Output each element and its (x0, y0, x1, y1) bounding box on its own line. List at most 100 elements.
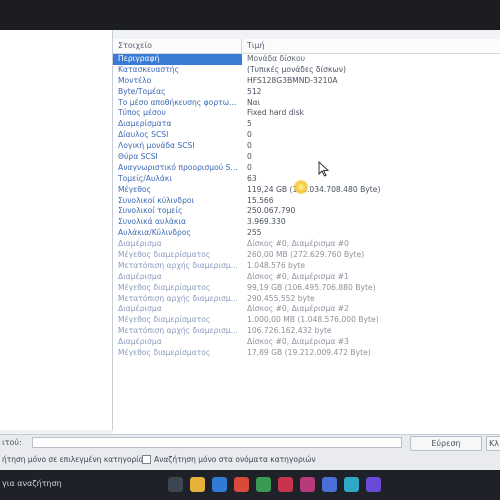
row-item-label: Μετατόπιση αρχής διαμερισμ... (118, 326, 238, 336)
row-item-label: Μετατόπιση αρχής διαμερισμ... (118, 293, 238, 303)
media-app-icon[interactable] (278, 477, 293, 492)
search-label: ιτού: (2, 438, 22, 447)
file-explorer-icon[interactable] (190, 477, 205, 492)
properties-table: Στοιχείο Τιμή Περιγραφή Μονάδα δίσκου Κατα… (113, 39, 500, 441)
option-category-names-label: Αναζήτηση μόνο στα ονόματα κατηγοριών (154, 455, 316, 464)
search-input[interactable] (32, 437, 402, 448)
row-item-label: Διαμέρισμα (118, 271, 162, 281)
table-header: Στοιχείο Τιμή (113, 39, 500, 54)
table-row[interactable]: Μέγεθος διαμερίσματος 1.000,00 MB (1.048.… (113, 315, 500, 326)
option-selected-category[interactable]: ήτηση μόνο σε επιλεγμένη κατηγορία (2, 455, 144, 464)
row-item-label: Λογική μονάδα SCSI (118, 141, 195, 151)
mail-icon[interactable] (234, 477, 249, 492)
table-row[interactable]: Δίαυλος SCSI 0 (113, 130, 500, 141)
find-button[interactable]: Εύρεση (410, 436, 482, 451)
edge-icon[interactable] (212, 477, 227, 492)
category-tree-pane[interactable] (0, 30, 113, 430)
row-item-value: 0 (247, 141, 252, 151)
row-item-value: 0 (247, 162, 252, 172)
row-item-label: Μετατόπιση αρχής διαμερισμ... (118, 260, 238, 270)
table-row[interactable]: Μέγεθος διαμερίσματος 17,89 GB (19.212.00… (113, 348, 500, 359)
row-item-value: 99,19 GB (106.495.706.880 Byte) (247, 282, 376, 292)
task-view-icon[interactable] (168, 477, 183, 492)
store-icon[interactable] (256, 477, 271, 492)
table-row[interactable]: Μοντέλο HFS128G3BMND-3210A (113, 76, 500, 87)
row-item-label: Συνολικοί κύλινδροι (118, 195, 195, 205)
row-item-value: 1.000,00 MB (1.048.576.000 Byte) (247, 315, 379, 325)
taskbar-search[interactable]: για αναζήτηση (2, 479, 62, 488)
row-item-value: Μονάδα δίσκου (247, 54, 306, 63)
row-item-label: Μέγεθος διαμερίσματος (118, 282, 211, 292)
row-item-label: Μοντέλο (118, 75, 152, 85)
table-row[interactable]: Μέγεθος διαμερίσματος 260,00 MB (272.629.… (113, 250, 500, 261)
photos-icon[interactable] (300, 477, 315, 492)
table-row[interactable]: Μετατόπιση αρχής διαμερισμ... 106.726.162… (113, 326, 500, 337)
row-item-value: 250.067.790 (247, 206, 296, 216)
row-item-value: 260,00 MB (272.629.760 Byte) (247, 250, 365, 260)
table-row[interactable]: Διαμέρισμα Δίσκος #0, Διαμέρισμα #1 (113, 272, 500, 283)
table-row[interactable]: Διαμέρισμα Δίσκος #0, Διαμέρισμα #2 (113, 304, 500, 315)
row-item-label: Διαμέρισμα (118, 239, 162, 249)
row-item-value: 15.566 (247, 195, 274, 205)
table-row[interactable]: Αναγνωριστικό προορισμού S... 0 (113, 163, 500, 174)
table-row[interactable]: Αυλάκια/Κύλινδρος 255 (113, 228, 500, 239)
table-row[interactable]: Μετατόπιση αρχής διαμερισμ... 290.455.552… (113, 294, 500, 305)
row-item-value: Δίσκος #0, Διαμέρισμα #0 (247, 239, 349, 249)
row-item-label: Αναγνωριστικό προορισμού S... (118, 162, 238, 172)
row-item-label: Διαμέρισμα (118, 304, 162, 314)
table-row[interactable]: Συνολικά αυλάκια 3.969.330 (113, 217, 500, 228)
app-icon-blue[interactable] (322, 477, 337, 492)
row-item-value: 0 (247, 130, 252, 140)
row-item-label: Διαμερίσματα (118, 119, 172, 129)
screen-glare (294, 180, 308, 194)
table-row[interactable]: Συνολικοί τομείς 250.067.790 (113, 206, 500, 217)
row-item-label: Αυλάκια/Κύλινδρος (118, 228, 191, 238)
column-header-item[interactable]: Στοιχείο (113, 39, 242, 53)
row-item-value: 119,24 GB (128.034.708.480 Byte) (247, 184, 381, 194)
row-item-value: 3.969.330 (247, 217, 286, 227)
table-row[interactable]: Το μέσο αποθήκευσης φορτω... Ναι (113, 98, 500, 109)
search-bar: ιτού: Εύρεση Κλ (0, 434, 500, 451)
row-item-label: Συνολικά αυλάκια (118, 217, 186, 227)
option-category-names[interactable]: Αναζήτηση μόνο στα ονόματα κατηγοριών (142, 455, 316, 464)
app-icon-cyan[interactable] (344, 477, 359, 492)
row-item-label: Μέγεθος (118, 184, 152, 194)
row-item-value: Δίσκος #0, Διαμέρισμα #1 (247, 271, 349, 281)
row-item-label: Θύρα SCSI (118, 152, 158, 162)
row-item-value: 255 (247, 228, 262, 238)
table-row[interactable]: Μέγεθος διαμερίσματος 99,19 GB (106.495.7… (113, 283, 500, 294)
table-row[interactable]: Διαμερίσματα 5 (113, 119, 500, 130)
table-row[interactable]: Περιγραφή Μονάδα δίσκου (113, 54, 500, 65)
system-information-window: Στοιχείο Τιμή Περιγραφή Μονάδα δίσκου Κατα… (0, 30, 500, 470)
column-header-value[interactable]: Τιμή (242, 39, 265, 53)
row-item-value: Δίσκος #0, Διαμέρισμα #3 (247, 337, 349, 347)
table-row[interactable]: Λογική μονάδα SCSI 0 (113, 141, 500, 152)
row-item-label: Μέγεθος διαμερίσματος (118, 315, 211, 325)
row-item-label: Τύπος μέσου (118, 108, 166, 118)
row-item-label: Δίαυλος SCSI (118, 130, 169, 140)
row-item-value: (Τυπικές μονάδες δίσκων) (247, 64, 347, 74)
row-item-label: Το μέσο αποθήκευσης φορτω... (118, 97, 237, 107)
taskbar: για αναζήτηση (0, 470, 500, 500)
row-item-label: Μέγεθος διαμερίσματος (118, 250, 211, 260)
option-selected-category-label: ήτηση μόνο σε επιλεγμένη κατηγορία (2, 455, 144, 464)
table-row[interactable]: Μετατόπιση αρχής διαμερισμ... 1.048.576 b… (113, 261, 500, 272)
row-item-value: 17,89 GB (19.212.009.472 Byte) (247, 348, 371, 358)
checkbox-category-names[interactable] (142, 455, 151, 464)
row-item-value: 1.048.576 byte (247, 260, 306, 270)
table-row[interactable]: Διαμέρισμα Δίσκος #0, Διαμέρισμα #0 (113, 239, 500, 250)
row-item-label: Περιγραφή (113, 54, 242, 65)
app-icon-purple[interactable] (366, 477, 381, 492)
search-options: ήτηση μόνο σε επιλεγμένη κατηγορία Αναζή… (0, 451, 500, 470)
table-row[interactable]: Διαμέρισμα Δίσκος #0, Διαμέρισμα #3 (113, 337, 500, 348)
table-row[interactable]: Κατασκευαστής (Τυπικές μονάδες δίσκων) (113, 65, 500, 76)
table-row[interactable]: Τύπος μέσου Fixed hard disk (113, 108, 500, 119)
table-row[interactable]: Συνολικοί κύλινδροι 15.566 (113, 196, 500, 207)
table-row[interactable]: Θύρα SCSI 0 (113, 152, 500, 163)
row-item-value: 5 (247, 119, 252, 129)
row-item-value: 290.455.552 byte (247, 293, 315, 303)
close-find-button[interactable]: Κλ (486, 436, 500, 451)
table-row[interactable]: Byte/Τομέας 512 (113, 87, 500, 98)
row-item-label: Κατασκευαστής (118, 64, 180, 74)
row-item-value: Fixed hard disk (247, 108, 305, 118)
